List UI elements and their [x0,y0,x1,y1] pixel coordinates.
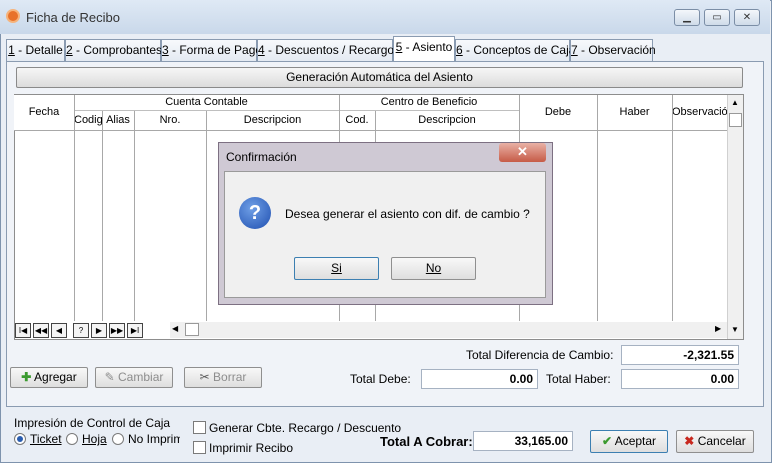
group-divider [339,110,519,111]
col-haber[interactable]: Haber [597,106,672,118]
col-fecha[interactable]: Fecha [14,106,74,118]
total-debe-field[interactable]: 0.00 [421,369,538,389]
hscroll-thumb[interactable] [185,323,199,336]
tab-observacion[interactable]: 7 - Observación [570,39,656,61]
scroll-down-icon[interactable]: ▼ [731,325,739,334]
col-descripcion-cuenta[interactable]: Descripcion [206,114,339,126]
si-button[interactable]: Si [294,257,379,280]
dif-cambio-label: Total Diferencia de Cambio: [466,348,614,362]
tab-conceptos-de-caja[interactable]: 6 - Conceptos de Caja [455,39,575,61]
total-debe-label: Total Debe: [350,372,411,386]
minimize-button[interactable]: ▁ [674,9,700,26]
group-centro-beneficio: Centro de Beneficio [380,96,478,108]
dialog-close-button[interactable]: ✕ [499,143,546,162]
generar-cbte-checkbox[interactable] [193,421,206,434]
grid-vertical-scrollbar[interactable]: ▲ ▼ [727,95,743,339]
total-cobrar-field[interactable]: 33,165.00 [473,431,573,451]
nav-prev-page-button[interactable]: ◀◀ [33,323,49,338]
nav-help-button[interactable]: ? [73,323,89,338]
radio-hoja[interactable] [66,433,78,445]
col-divider [672,95,673,321]
impresion-group: Impresión de Control de Caja Ticket Hoja… [8,413,182,453]
maximize-button[interactable]: ▭ [704,9,730,26]
scroll-left-icon[interactable]: ◀ [172,324,178,333]
cancelar-button[interactable]: ✖ Cancelar [676,430,754,453]
dialog-title: Confirmación [226,150,297,164]
scroll-thumb[interactable] [729,113,742,127]
tab-comprobantes[interactable]: 2 - Comprobantes [65,39,162,61]
nav-prev-button[interactable]: ◀ [51,323,67,338]
group-cuenta-contable: Cuenta Contable [165,96,248,108]
col-codigo[interactable]: Codigo [74,114,102,126]
nav-next-page-button[interactable]: ▶▶ [109,323,125,338]
close-window-button[interactable]: ✕ [734,9,760,26]
col-divider [206,111,207,321]
generar-cbte-label[interactable]: Generar Cbte. Recargo / Descuento [209,421,401,435]
col-divider [597,95,598,321]
scroll-right-icon[interactable]: ▶ [715,324,721,333]
borrar-button[interactable]: ✂ Borrar [184,367,262,388]
app-icon [6,9,20,23]
radio-ticket[interactable] [14,433,26,445]
col-cod[interactable]: Cod. [339,114,375,126]
scroll-up-icon[interactable]: ▲ [731,98,739,107]
dif-cambio-field[interactable]: -2,321.55 [621,345,739,365]
radio-no-imprimir-label[interactable]: No Imprimir [128,432,180,446]
col-alias[interactable]: Alias [102,114,134,126]
tab-descuentos-recargos[interactable]: 4 - Descuentos / Recargos [257,39,400,61]
grid-horizontal-scrollbar[interactable]: ◀ ▶ [170,322,727,338]
col-nro[interactable]: Nro. [134,114,206,126]
tab-forma-de-pago[interactable]: 3 - Forma de Pago [161,39,262,61]
nav-next-button[interactable]: ▶ [91,323,107,338]
radio-hoja-label[interactable]: Hoja [82,432,107,446]
nav-first-button[interactable]: I◀ [15,323,31,338]
col-divider [102,111,103,321]
radio-ticket-label[interactable]: Ticket [30,432,62,446]
imprimir-recibo-checkbox[interactable] [193,441,206,454]
agregar-button[interactable]: ✚ Agregar [10,367,88,388]
col-debe[interactable]: Debe [519,106,597,118]
no-button[interactable]: No [391,257,476,280]
edit-icon: ✎ [104,370,115,384]
imprimir-recibo-label[interactable]: Imprimir Recibo [209,441,293,455]
col-divider [134,111,135,321]
checkmark-icon: ✔ [601,434,613,448]
total-haber-label: Total Haber: [546,372,611,386]
cross-icon: ✖ [684,434,695,448]
cambiar-button[interactable]: ✎ Cambiar [95,367,173,388]
window-title: Ficha de Recibo [26,10,120,25]
tab-detalle[interactable]: 1 - Detalle [6,39,65,61]
total-haber-field[interactable]: 0.00 [621,369,739,389]
impresion-title: Impresión de Control de Caja [14,416,171,430]
col-observacion[interactable]: Observación [672,106,727,118]
col-divider [74,95,75,321]
aceptar-button[interactable]: ✔ Aceptar [590,430,668,453]
add-icon: ✚ [21,370,32,384]
dialog-body [224,171,546,298]
radio-no-imprimir[interactable] [112,433,124,445]
tab-asiento[interactable]: 5 - Asiento [393,36,455,61]
question-icon: ? [239,197,271,229]
scissors-icon: ✂ [199,370,210,384]
dialog-message: Desea generar el asiento con dif. de cam… [285,207,530,221]
col-descripcion-centro[interactable]: Descripcion [375,114,519,126]
total-cobrar-label: Total A Cobrar: [380,434,473,449]
nav-last-button[interactable]: ▶I [127,323,143,338]
generate-entry-button[interactable]: Generación Automática del Asiento [16,67,743,88]
